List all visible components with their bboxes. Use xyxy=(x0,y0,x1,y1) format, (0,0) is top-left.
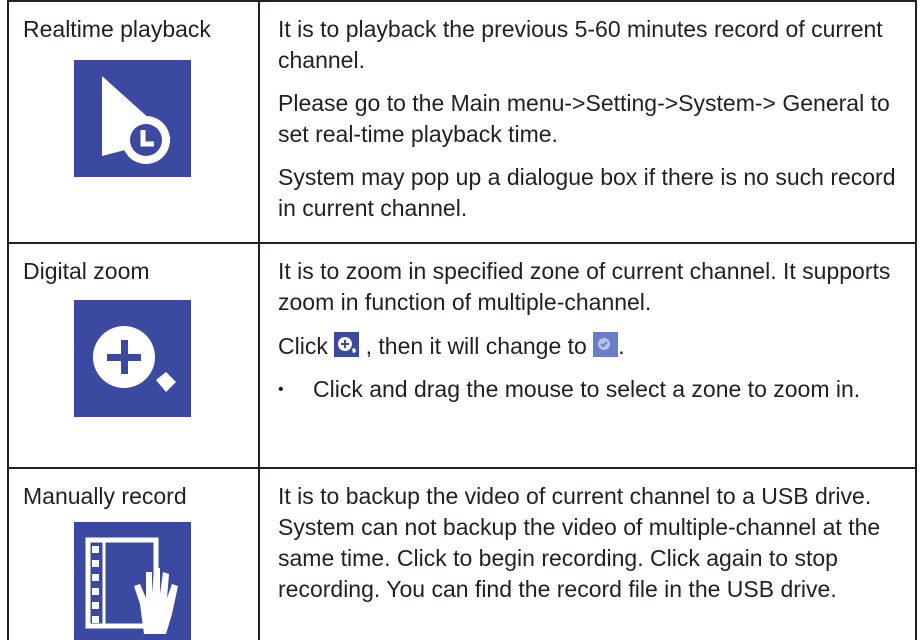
table-border-top xyxy=(7,0,917,2)
feature-description: It is to playback the previous 5-60 minu… xyxy=(278,14,903,224)
zoom-active-icon xyxy=(593,332,619,357)
manual-record-icon xyxy=(74,522,191,640)
description-paragraph: System may pop up a dialogue box if ther… xyxy=(278,164,896,221)
realtime-playback-icon xyxy=(74,60,191,177)
click-suffix: . xyxy=(618,333,625,359)
table-border-left xyxy=(7,0,9,640)
table-column-divider xyxy=(258,0,260,640)
click-middle: , then it will change to xyxy=(359,333,587,359)
bullet-item: • Click and drag the mouse to select a z… xyxy=(278,374,903,405)
bullet-dot: • xyxy=(278,381,284,398)
description-paragraph: It is to zoom in specified zone of curre… xyxy=(278,258,891,315)
click-instruction: Click , then it will change to . xyxy=(278,331,903,362)
description-paragraph: It is to playback the previous 5-60 minu… xyxy=(278,16,883,73)
feature-description: It is to zoom in specified zone of curre… xyxy=(278,256,903,405)
table-row-divider xyxy=(7,467,917,469)
click-prefix: Click xyxy=(278,333,328,359)
digital-zoom-icon xyxy=(74,300,191,417)
table-row-divider xyxy=(7,242,917,244)
feature-table: Realtime playback It is to playback the … xyxy=(7,0,917,640)
description-paragraph: Please go to the Main menu->Setting->Sys… xyxy=(278,90,890,147)
bullet-text: Click and drag the mouse to select a zon… xyxy=(313,376,861,402)
feature-name: Realtime playback xyxy=(23,16,211,42)
feature-description: It is to backup the video of current cha… xyxy=(278,481,903,605)
feature-name: Manually record xyxy=(23,483,187,509)
description-paragraph: It is to backup the video of current cha… xyxy=(278,483,881,602)
zoom-button-icon xyxy=(334,332,360,357)
table-border-right xyxy=(915,0,917,640)
feature-name: Digital zoom xyxy=(23,258,150,284)
